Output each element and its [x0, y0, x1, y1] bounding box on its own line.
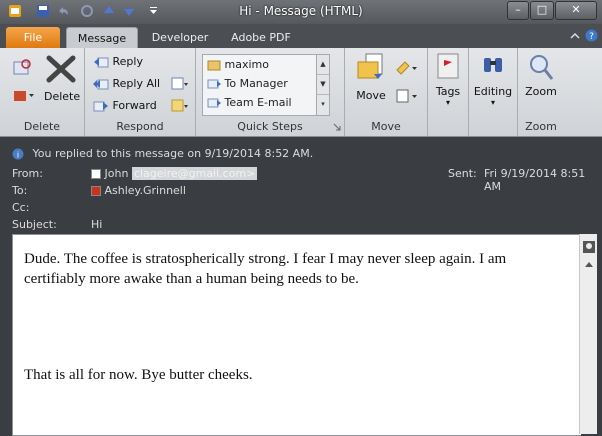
zoom-button[interactable]: Zoom: [520, 52, 562, 98]
presence-icon: [91, 169, 101, 179]
zoom-label: Zoom: [525, 85, 557, 98]
ribbon-tabs: File Message Developer Adobe PDF ?: [0, 24, 602, 49]
info-bar-text: You replied to this message on 9/19/2014…: [32, 147, 314, 160]
move-folder-icon: [357, 53, 383, 79]
message-header: i You replied to this message on 9/19/20…: [0, 137, 602, 233]
message-text: Dude. The coffee is stratospherically st…: [24, 249, 564, 385]
more-respond-icon[interactable]: [171, 98, 189, 114]
flag-icon: [437, 53, 459, 79]
maximize-button[interactable]: □: [530, 1, 554, 20]
title-bar: Hi - Message (HTML) – □ ✕: [0, 0, 602, 24]
respond-group-label: Respond: [116, 120, 164, 133]
reply-all-icon: [93, 79, 109, 90]
sent-value: Fri 9/19/2014 8:51 AM: [484, 167, 586, 193]
quick-steps-scroll[interactable]: ▲ ▼ ▾: [316, 55, 329, 115]
cc-label: Cc:: [12, 201, 30, 214]
collapse-ribbon-icon[interactable]: [570, 31, 580, 41]
tags-label: Tags: [435, 85, 461, 98]
quick-step-maximo[interactable]: maximo: [207, 58, 269, 71]
reply-icon: [94, 57, 109, 68]
quick-steps-group-label: Quick Steps: [237, 120, 303, 133]
editing-label: Editing: [473, 85, 513, 98]
message-body[interactable]: Dude. The coffee is stratospherically st…: [12, 234, 581, 436]
meeting-reply-icon[interactable]: [171, 76, 189, 92]
reply-all-button[interactable]: Reply All: [93, 77, 160, 91]
folder-icon: [207, 60, 221, 71]
delete-group: Delete Delete: [0, 48, 85, 136]
tags-group: Tags ▾: [428, 48, 469, 136]
from-value[interactable]: John clageire@gmail.com>: [91, 167, 258, 180]
quick-step-label: maximo: [224, 58, 269, 71]
info-bar: i You replied to this message on 9/19/20…: [12, 147, 313, 160]
magnifier-icon: [530, 55, 554, 80]
move-group-label: Move: [371, 120, 401, 133]
scroll-up-icon[interactable]: ▲: [317, 55, 329, 75]
quick-step-label: Team E-mail: [224, 96, 292, 109]
move-button[interactable]: Move: [353, 52, 389, 102]
zoom-group-label: Zoom: [525, 120, 557, 133]
delete-button[interactable]: Delete: [44, 90, 80, 103]
forward-mail-icon: [207, 79, 221, 89]
team-mail-icon: [207, 98, 221, 108]
subject-value: Hi: [91, 218, 103, 231]
to-label: To:: [12, 184, 28, 197]
forward-button[interactable]: Forward: [93, 99, 157, 113]
more-icon[interactable]: ▾: [317, 95, 329, 114]
editing-button[interactable]: Editing ▾: [471, 52, 515, 107]
tab-message[interactable]: Message: [66, 27, 138, 49]
sent-label: Sent:: [448, 167, 477, 180]
svg-text:?: ?: [589, 32, 594, 42]
move-label: Move: [356, 89, 386, 102]
delete-group-label: Delete: [23, 120, 61, 133]
rules-icon[interactable]: [395, 60, 419, 76]
ignore-icon[interactable]: [12, 58, 32, 78]
quick-steps-gallery: maximo To Manager Team E-mail ▲ ▼ ▾: [202, 54, 330, 116]
quick-step-label: To Manager: [224, 77, 288, 90]
svg-text:i: i: [17, 151, 19, 160]
from-label: From:: [12, 167, 43, 180]
from-email: clageire@gmail.com>: [131, 167, 258, 180]
tab-adobe-pdf[interactable]: Adobe PDF: [224, 27, 298, 48]
help-icon[interactable]: ?: [585, 29, 598, 42]
reply-label: Reply: [112, 55, 143, 68]
quick-step-to-manager[interactable]: To Manager: [207, 77, 288, 90]
subject-label: Subject:: [12, 218, 57, 231]
editing-group: Editing ▾: [469, 48, 518, 136]
zoom-group: Zoom Zoom: [518, 48, 564, 136]
scroll-down-icon[interactable]: ▼: [317, 75, 329, 95]
to-value[interactable]: Ashley.Grinnell: [91, 184, 186, 197]
tab-developer[interactable]: Developer: [145, 27, 215, 48]
window-border: [597, 234, 602, 434]
quick-step-team-email[interactable]: Team E-mail: [207, 96, 292, 109]
reply-button[interactable]: Reply: [93, 55, 143, 69]
forward-label: Forward: [112, 99, 157, 112]
forward-icon: [93, 101, 108, 112]
vertical-scrollbar[interactable]: [579, 234, 598, 434]
onenote-actions-icon[interactable]: [395, 88, 419, 104]
minimize-button[interactable]: –: [507, 1, 529, 20]
cleanup-icon[interactable]: [12, 88, 36, 104]
presence-busy-icon: [91, 186, 101, 196]
quick-steps-group: maximo To Manager Team E-mail ▲ ▼ ▾ Quic…: [196, 48, 345, 136]
tab-file[interactable]: File: [6, 27, 60, 48]
scroll-up-arrow-icon[interactable]: [584, 260, 594, 268]
body-paragraph: Dude. The coffee is stratospherically st…: [24, 251, 507, 287]
move-group: Move Move: [345, 48, 428, 136]
tags-button[interactable]: Tags ▾: [431, 52, 465, 107]
people-pane-icon[interactable]: [582, 240, 596, 254]
delete-x-icon[interactable]: [45, 54, 77, 84]
reply-all-label: Reply All: [112, 77, 161, 90]
from-name: John: [104, 167, 129, 180]
dialog-launcher-icon[interactable]: [333, 123, 341, 131]
close-button[interactable]: ✕: [555, 1, 597, 20]
body-paragraph: That is all for now. Bye butter cheeks.: [24, 367, 253, 383]
info-icon: i: [12, 148, 24, 160]
ribbon: Delete Delete Reply Reply All Forward Re…: [0, 48, 602, 137]
binoculars-icon: [484, 58, 502, 72]
respond-group: Reply Reply All Forward Respond: [85, 48, 196, 136]
to-name: Ashley.Grinnell: [104, 184, 186, 197]
